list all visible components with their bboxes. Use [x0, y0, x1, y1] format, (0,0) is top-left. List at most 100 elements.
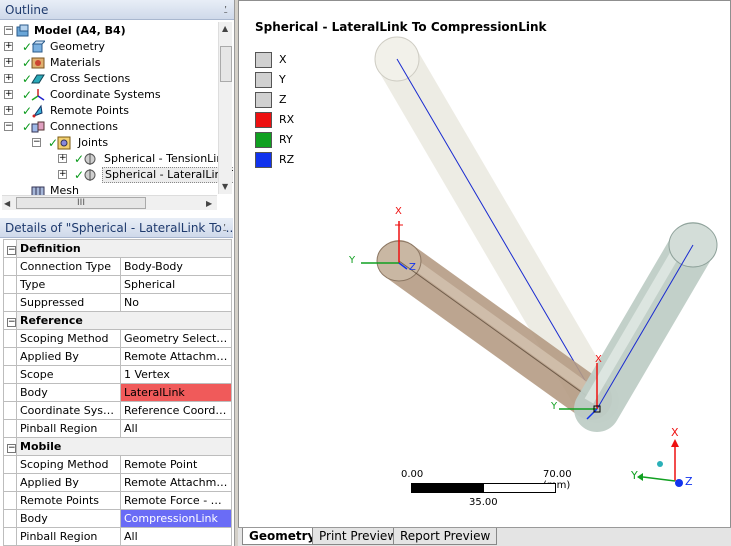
details-row[interactable]: Suppressed No [3, 293, 232, 312]
tree-item-spherical-tensionlink[interactable]: + ✓ Spherical - TensionLink [0, 151, 230, 167]
property-name: Body [16, 509, 121, 528]
tree-item-connections[interactable]: − ✓ Connections [0, 119, 215, 135]
property-value[interactable]: No [120, 293, 232, 312]
left-panel: Outline ⍘ − Model (A4, B4) + ✓ Geometry … [0, 0, 235, 546]
tree-item-joints[interactable]: − ✓ Joints [0, 135, 215, 151]
indent-cell [3, 491, 17, 510]
scroll-up-icon[interactable]: ▲ [222, 24, 228, 33]
collapse-icon[interactable]: − [7, 444, 16, 453]
spherical-joint-icon [84, 153, 96, 165]
property-value[interactable]: Geometry Selection [120, 329, 232, 348]
group-collapse-cell[interactable]: − [3, 311, 17, 330]
property-value[interactable]: Body-Body [120, 257, 232, 276]
tree-item-model[interactable]: − Model (A4, B4) [0, 23, 215, 39]
tab-report-preview[interactable]: Report Preview [393, 528, 498, 545]
property-value[interactable]: Spherical [120, 275, 232, 294]
property-value[interactable]: 1 Vertex [120, 365, 232, 384]
compression-link-body[interactable] [574, 222, 718, 432]
tree-item-materials[interactable]: + ✓ Materials [0, 55, 215, 71]
details-group-reference[interactable]: − Reference [3, 311, 232, 330]
property-value[interactable]: Remote Force - Re... [120, 491, 232, 510]
property-value[interactable]: CompressionLink [120, 509, 232, 528]
collapse-icon[interactable]: − [4, 122, 13, 131]
scroll-right-icon[interactable]: ▶ [206, 199, 212, 208]
expand-icon[interactable]: + [4, 74, 13, 83]
indent-cell [3, 257, 17, 276]
tree-item-cross-sections[interactable]: + ✓ Cross Sections [0, 71, 215, 87]
coordinate-systems-icon [31, 89, 45, 101]
property-value[interactable]: All [120, 419, 232, 438]
indent-cell [3, 419, 17, 438]
outline-title: Outline [5, 3, 49, 17]
details-row[interactable]: Remote Points Remote Force - Re... [3, 491, 232, 510]
details-row[interactable]: Body CompressionLink [3, 509, 232, 528]
scroll-thumb[interactable] [220, 46, 232, 82]
expand-icon[interactable]: + [4, 90, 13, 99]
indent-cell [3, 527, 17, 546]
scroll-thumb[interactable]: III [16, 197, 146, 209]
expand-icon[interactable]: + [4, 42, 13, 51]
details-row[interactable]: Body LateralLink [3, 383, 232, 402]
property-value[interactable]: LateralLink [120, 383, 232, 402]
expand-icon[interactable]: + [4, 106, 13, 115]
property-name: Coordinate System [16, 401, 121, 420]
details-group-mobile[interactable]: − Mobile [3, 437, 232, 456]
details-row[interactable]: Applied By Remote Attachment [3, 473, 232, 492]
property-value[interactable]: Remote Attachment [120, 473, 232, 492]
tree-item-remote-points[interactable]: + ✓ Remote Points [0, 103, 215, 119]
details-row[interactable]: Type Spherical [3, 275, 232, 294]
details-row[interactable]: Scoping Method Remote Point [3, 455, 232, 474]
scroll-left-icon[interactable]: ◀ [4, 199, 10, 208]
property-name: Scoping Method [16, 455, 121, 474]
collapse-icon[interactable]: − [7, 246, 16, 255]
collapse-icon[interactable]: − [32, 138, 41, 147]
outline-horizontal-scrollbar[interactable]: ◀ III ▶ [2, 195, 217, 210]
expand-icon[interactable]: + [58, 170, 67, 179]
property-name: Applied By [16, 347, 121, 366]
graphics-viewport[interactable]: Spherical - LateralLink To CompressionLi… [238, 0, 731, 528]
scale-segment-dark [411, 483, 483, 493]
details-row[interactable]: Scope 1 Vertex [3, 365, 232, 384]
details-grid: − Definition Connection Type Body-Body Type S… [3, 239, 232, 546]
tree-label: Remote Points [50, 104, 129, 117]
tree-item-geometry[interactable]: + ✓ Geometry [0, 39, 215, 55]
group-collapse-cell[interactable]: − [3, 437, 17, 456]
geometry-icon [31, 40, 45, 53]
tree-item-spherical-laterallink[interactable]: + ✓ Spherical - LateralLink T [0, 167, 233, 183]
collapse-icon[interactable]: − [7, 318, 16, 327]
property-value[interactable]: Remote Point [120, 455, 232, 474]
details-row[interactable]: Coordinate System Reference Coordin... [3, 401, 232, 420]
details-group-definition[interactable]: − Definition [3, 239, 232, 258]
property-value[interactable]: All [120, 527, 232, 546]
pin-icon[interactable]: ⍘ [222, 0, 229, 19]
group-collapse-cell[interactable]: − [3, 239, 17, 258]
global-axis-triad: X Y Z [630, 426, 693, 488]
pin-icon[interactable]: ⍘ [221, 218, 228, 237]
property-name: Body [16, 383, 121, 402]
scale-bar: 0.00 70.00 (mm) 35.00 [401, 469, 572, 509]
tree-label: Model (A4, B4) [34, 24, 126, 37]
details-row[interactable]: Pinball Region All [3, 419, 232, 438]
expand-icon[interactable]: + [4, 58, 13, 67]
view-tabs: Geometry Print Preview Report Preview [238, 527, 731, 546]
tab-print-preview[interactable]: Print Preview [312, 528, 405, 545]
tree-item-coordinate-systems[interactable]: + ✓ Coordinate Systems [0, 87, 215, 103]
spherical-joint-icon [84, 169, 96, 181]
details-row[interactable]: Connection Type Body-Body [3, 257, 232, 276]
property-value[interactable]: Reference Coordin... [120, 401, 232, 420]
axis-label-z: Z [685, 475, 693, 488]
property-value[interactable]: Remote Attachment [120, 347, 232, 366]
outline-vertical-scrollbar[interactable]: ▲ ▼ [218, 22, 232, 194]
expand-icon[interactable]: + [58, 154, 67, 163]
indent-cell [3, 293, 17, 312]
model-scene[interactable]: X Y Z X Y X Y Z [239, 1, 731, 528]
indent-cell [3, 275, 17, 294]
details-row[interactable]: Scoping Method Geometry Selection [3, 329, 232, 348]
tab-geometry[interactable]: Geometry [242, 528, 323, 545]
indent-cell [3, 383, 17, 402]
collapse-icon[interactable]: − [4, 26, 13, 35]
axis-label-y: Y [550, 401, 558, 412]
details-row[interactable]: Applied By Remote Attachment [3, 347, 232, 366]
details-row[interactable]: Pinball Region All [3, 527, 232, 546]
scroll-down-icon[interactable]: ▼ [222, 182, 228, 191]
